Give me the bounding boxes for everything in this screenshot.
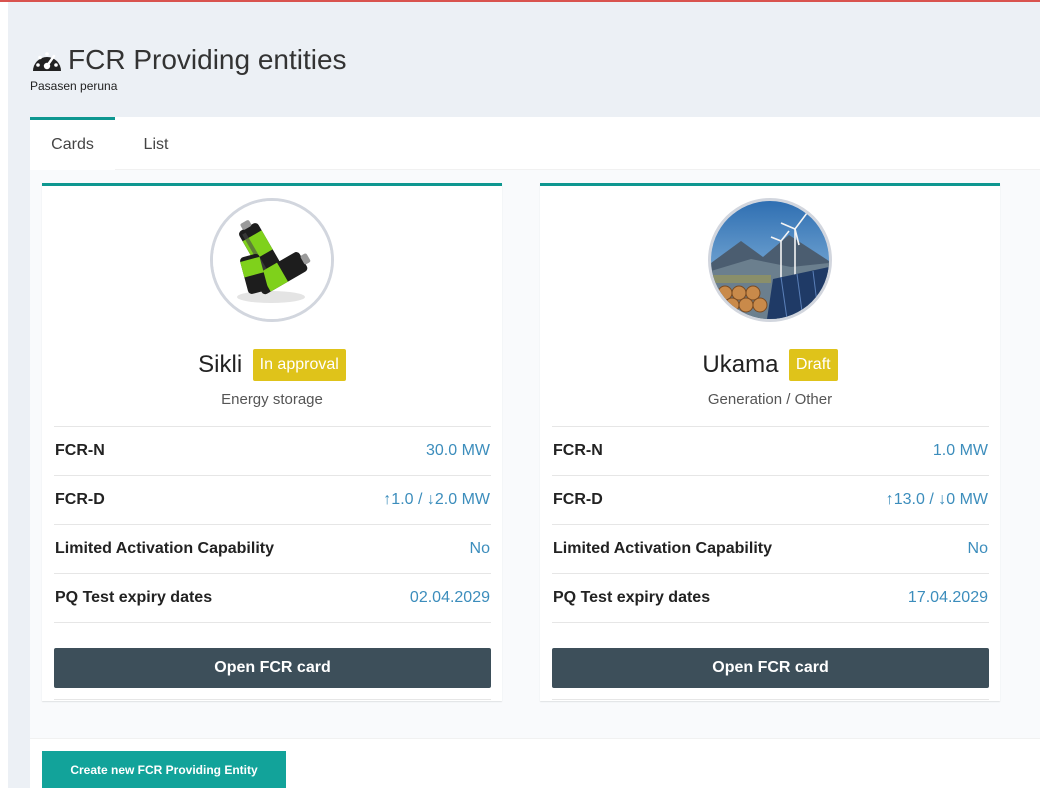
tab-cards[interactable]: Cards: [30, 117, 115, 171]
property-value: No: [469, 540, 490, 557]
properties-list: FCR-N 1.0 MW FCR-D ↑13.0 / ↓0 MW Limited…: [552, 426, 989, 623]
page-header: FCR Providing entities Pasasen peruna: [30, 44, 347, 93]
entity-name: Sikli: [198, 351, 243, 378]
entity-card: Sikli In approval Energy storage FCR-N 3…: [42, 183, 502, 701]
property-value: 30.0 MW: [425, 442, 490, 459]
property-label: FCR-D: [553, 491, 603, 508]
top-accent-rule: [0, 0, 1040, 2]
footer-divider: [30, 738, 1040, 739]
cards-pane: Sikli In approval Energy storage FCR-N 3…: [30, 170, 1040, 738]
card-divider: [54, 699, 491, 700]
property-value: 02.04.2029: [409, 589, 490, 606]
property-row: FCR-N 1.0 MW: [552, 427, 989, 476]
tab-list[interactable]: List: [118, 117, 194, 171]
content-box: Cards List Sikli In approval Energy stor…: [30, 117, 1040, 788]
property-label: FCR-N: [55, 442, 105, 459]
property-value: ↑1.0 / ↓2.0 MW: [383, 491, 490, 508]
property-value: 1.0 MW: [932, 442, 988, 459]
property-label: Limited Activation Capability: [55, 540, 274, 557]
property-row: PQ Test expiry dates 02.04.2029: [54, 574, 491, 623]
properties-list: FCR-N 30.0 MW FCR-D ↑1.0 / ↓2.0 MW Limit…: [54, 426, 491, 623]
property-value: No: [967, 540, 988, 557]
card-divider: [552, 699, 989, 700]
status-badge: In approval: [252, 349, 346, 381]
property-label: PQ Test expiry dates: [55, 589, 213, 606]
left-sidebar-edge: [0, 2, 8, 788]
property-label: FCR-D: [55, 491, 105, 508]
create-fcr-entity-button[interactable]: Create new FCR Providing Entity: [42, 751, 286, 788]
page-title: FCR Providing entities: [68, 44, 347, 75]
property-value: ↑13.0 / ↓0 MW: [885, 491, 988, 508]
property-label: FCR-N: [553, 442, 603, 459]
property-row: Limited Activation Capability No: [552, 525, 989, 574]
property-label: Limited Activation Capability: [553, 540, 772, 557]
renewable-energy-landscape-icon: [711, 201, 829, 319]
entity-type: Generation / Other: [707, 391, 833, 408]
property-value: 17.04.2029: [907, 589, 988, 606]
dashboard-gauge-icon: [30, 45, 64, 75]
open-fcr-card-button[interactable]: Open FCR card: [54, 648, 491, 688]
entity-name-row: Sikli In approval: [42, 349, 502, 381]
status-badge: Draft: [788, 349, 838, 381]
entity-avatar: [210, 198, 334, 322]
property-row: FCR-D ↑13.0 / ↓0 MW: [552, 476, 989, 525]
property-row: FCR-N 30.0 MW: [54, 427, 491, 476]
entity-avatar: [708, 198, 832, 322]
entity-type: Energy storage: [221, 391, 323, 408]
tab-bar: Cards List: [30, 117, 1040, 171]
page-subtitle: Pasasen peruna: [30, 79, 118, 93]
entity-name-row: Ukama Draft: [540, 349, 1000, 381]
open-fcr-card-button[interactable]: Open FCR card: [552, 648, 989, 688]
entity-name: Ukama: [702, 351, 779, 378]
property-row: Limited Activation Capability No: [54, 525, 491, 574]
property-label: PQ Test expiry dates: [553, 589, 711, 606]
property-row: PQ Test expiry dates 17.04.2029: [552, 574, 989, 623]
batteries-icon: [213, 201, 331, 319]
property-row: FCR-D ↑1.0 / ↓2.0 MW: [54, 476, 491, 525]
entity-card: Ukama Draft Generation / Other FCR-N 1.0…: [540, 183, 1000, 701]
